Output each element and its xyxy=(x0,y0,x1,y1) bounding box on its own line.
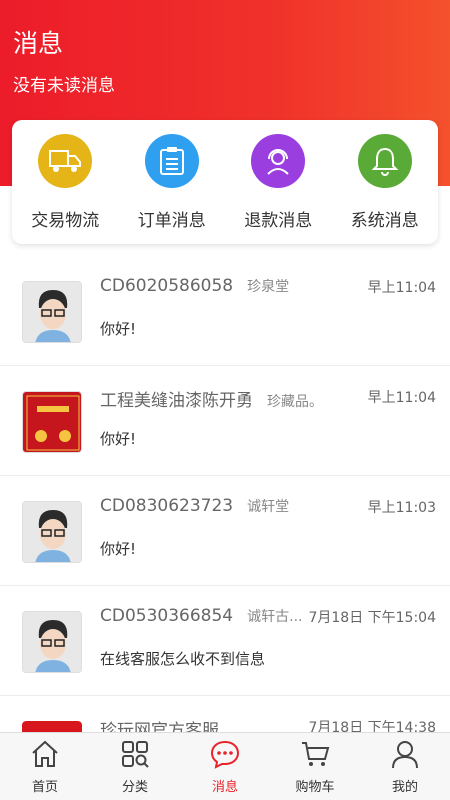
message-preview: 你好! xyxy=(100,320,137,338)
category-label: 退款消息 xyxy=(244,211,313,231)
list-item[interactable]: CD0530366854 诚轩古... 7月18日 下午15:04 在线客服怎么收… xyxy=(0,586,450,696)
unread-status: 没有未读消息 xyxy=(13,76,115,96)
page-title: 消息 xyxy=(13,29,64,58)
category-order[interactable]: 订单消息 xyxy=(119,120,226,244)
avatar xyxy=(22,501,82,563)
list-item[interactable]: 珍玩网官方客服 7月18日 下午14:38 xyxy=(0,696,450,732)
message-time: 7月18日 下午14:38 xyxy=(308,720,436,732)
sender-name: 工程美缝油漆陈开勇 xyxy=(100,391,253,411)
category-icon xyxy=(122,741,149,768)
sender-name: CD6020586058 xyxy=(100,276,234,296)
category-trade-logistics[interactable]: 交易物流 xyxy=(12,120,119,244)
customer-service-icon xyxy=(251,134,306,188)
list-item[interactable]: CD6020586058 珍泉堂 早上11:04 你好! xyxy=(0,256,450,366)
sender-name: 珍玩网官方客服 xyxy=(100,721,219,732)
sender-name: CD0530366854 xyxy=(100,606,234,626)
message-preview: 在线客服怎么收不到信息 xyxy=(100,650,266,668)
tab-label: 消息 xyxy=(211,780,238,795)
message-preview: 你好! xyxy=(100,430,137,448)
message-icon xyxy=(210,740,240,769)
truck-icon xyxy=(38,134,93,188)
bottom-tab-bar: 首页 分类 消息 购物车 我的 xyxy=(0,732,450,800)
message-time: 早上11:03 xyxy=(367,500,436,516)
category-refund[interactable]: 退款消息 xyxy=(225,120,332,244)
user-icon xyxy=(392,741,418,769)
category-label: 交易物流 xyxy=(31,211,100,231)
shop-name: 珍藏品。 xyxy=(267,394,323,410)
list-item[interactable]: 工程美缝油漆陈开勇 珍藏品。 早上11:04 你好! xyxy=(0,366,450,476)
tab-mine[interactable]: 我的 xyxy=(360,733,450,800)
sender-name: CD0830623723 xyxy=(100,496,234,516)
tab-home[interactable]: 首页 xyxy=(0,733,90,800)
avatar xyxy=(22,281,82,343)
tab-label: 首页 xyxy=(31,780,58,795)
tab-label: 我的 xyxy=(391,780,418,795)
message-time: 早上11:04 xyxy=(367,280,436,296)
tab-message[interactable]: 消息 xyxy=(180,733,270,800)
message-time: 早上11:04 xyxy=(367,390,436,406)
bell-icon xyxy=(357,134,412,188)
category-system[interactable]: 系统消息 xyxy=(332,120,439,244)
shop-name: 诚轩堂 xyxy=(247,499,290,515)
avatar xyxy=(22,721,82,732)
clipboard-icon xyxy=(144,134,199,188)
shop-name: 诚轩古... xyxy=(247,609,303,625)
category-card: 交易物流 订单消息 退款消息 系统消息 xyxy=(12,120,438,244)
tab-cart[interactable]: 购物车 xyxy=(270,733,360,800)
message-preview: 你好! xyxy=(100,540,137,558)
list-item[interactable]: CD0830623723 诚轩堂 早上11:03 你好! xyxy=(0,476,450,586)
message-time: 7月18日 下午15:04 xyxy=(308,610,436,626)
category-label: 系统消息 xyxy=(350,211,419,231)
tab-label: 购物车 xyxy=(295,780,335,795)
avatar xyxy=(22,611,82,673)
home-icon xyxy=(32,740,58,767)
message-list: CD6020586058 珍泉堂 早上11:04 你好! 工程美缝油漆陈开勇 珍藏品… xyxy=(0,256,450,732)
avatar xyxy=(22,391,82,453)
tab-label: 分类 xyxy=(121,780,148,795)
shop-name: 珍泉堂 xyxy=(247,279,290,295)
tab-category[interactable]: 分类 xyxy=(90,733,180,800)
category-label: 订单消息 xyxy=(137,211,206,231)
cart-icon xyxy=(302,742,330,766)
